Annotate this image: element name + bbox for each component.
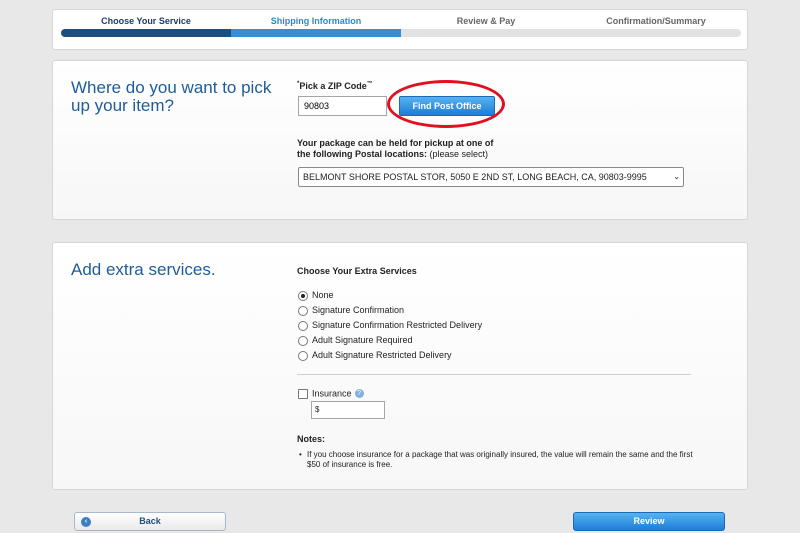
option-label: Adult Signature Restricted Delivery [312,350,452,361]
option-signature-confirmation[interactable]: Signature Confirmation [298,305,404,317]
step-label: Review & Pay [456,16,516,26]
step-label: Choose Your Service [101,16,191,26]
postal-location-select[interactable]: BELMONT SHORE POSTAL STOR, 5050 E 2ND ST… [298,167,684,187]
step-bar-pending [571,29,741,37]
back-arrow-icon: ‹ [81,517,91,527]
notes-title: Notes: [297,434,326,444]
option-label: None [312,290,334,301]
back-button[interactable]: ‹ Back [74,512,226,531]
insurance-amount-input[interactable]: $ [311,401,385,419]
step-confirmation: Confirmation/Summary [571,10,741,49]
held-text-hint: (please select) [429,149,489,159]
chevron-down-icon: ⌄ [673,172,680,181]
step-bar-complete [61,29,231,37]
step-label: Confirmation/Summary [606,16,706,26]
step-choose-service[interactable]: Choose Your Service [61,10,231,49]
radio-button[interactable] [298,350,308,361]
choose-extra-services-title: Choose Your Extra Services [297,266,417,276]
zip-code-input[interactable] [298,96,387,116]
option-label: Adult Signature Required [312,335,413,346]
divider [297,374,691,375]
radio-button[interactable] [298,305,308,316]
step-bar-pending [401,29,571,37]
selected-location: BELMONT SHORE POSTAL STOR, 5050 E 2ND ST… [303,172,647,182]
pickup-heading: Where do you want to pick up your item? [71,78,272,115]
option-signature-restricted[interactable]: Signature Confirmation Restricted Delive… [298,320,482,332]
option-none[interactable]: None [298,290,334,302]
option-label: Signature Confirmation Restricted Delive… [312,320,483,331]
review-button[interactable]: Review [573,512,725,531]
trademark-mark: ™ [366,81,373,87]
progress-steps: Choose Your Service Shipping Information… [52,9,748,50]
insurance-checkbox[interactable] [298,388,308,399]
pickup-panel: Where do you want to pick up your item? … [52,60,748,220]
extra-services-heading: Add extra services. [71,260,216,279]
step-shipping-information[interactable]: Shipping Information [231,10,401,49]
insurance-label: Insurance [312,388,352,399]
option-adult-signature-restricted[interactable]: Adult Signature Restricted Delivery [298,350,452,362]
zip-label-text: Pick a ZIP Code [299,81,367,91]
radio-button-selected[interactable] [298,290,308,301]
pickup-location-instructions: Your package can be held for pickup at o… [297,138,507,160]
radio-button[interactable] [298,320,308,331]
zip-label: *Pick a ZIP Code™ [297,81,373,91]
extra-services-panel: Add extra services. Choose Your Extra Se… [52,242,748,490]
back-label: Back [139,516,161,526]
insurance-note: If you choose insurance for a package th… [297,450,697,470]
option-adult-signature[interactable]: Adult Signature Required [298,335,413,347]
option-label: Signature Confirmation [312,305,405,316]
highlight-circle-annotation [387,80,505,128]
radio-button[interactable] [298,335,308,346]
step-review-pay: Review & Pay [401,10,571,49]
step-bar-current [231,29,401,37]
insurance-option[interactable]: Insurance? [298,388,364,399]
help-icon[interactable]: ? [354,389,364,399]
step-label: Shipping Information [270,16,362,26]
